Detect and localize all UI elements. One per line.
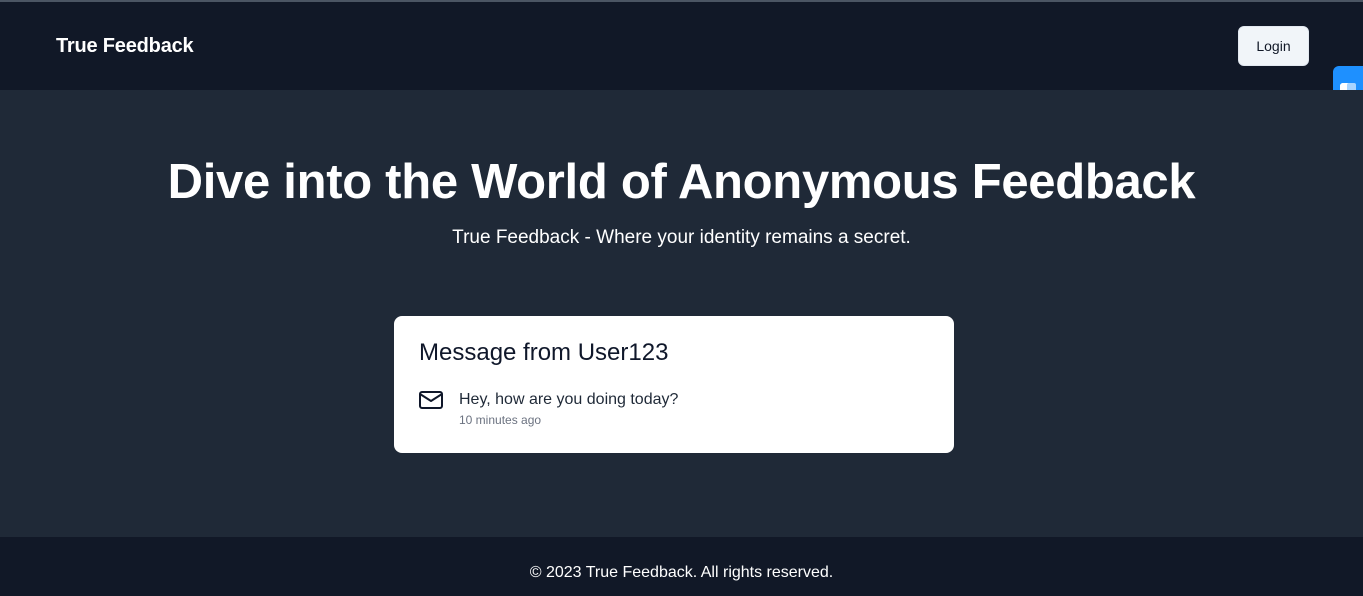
footer-copyright: © 2023 True Feedback. All rights reserve… [529, 564, 834, 581]
brand-logo-text[interactable]: True Feedback [56, 35, 194, 58]
footer: © 2023 True Feedback. All rights reserve… [0, 537, 1363, 596]
message-card: Message from User123 Hey, how are you do… [394, 316, 954, 453]
mail-icon [419, 391, 443, 409]
message-card-title: Message from User123 [419, 339, 669, 366]
login-button[interactable]: Login [1238, 26, 1309, 66]
page-subheadline: True Feedback - Where your identity rema… [452, 227, 911, 248]
navbar: True Feedback Login [0, 2, 1363, 90]
message-timestamp: 10 minutes ago [459, 413, 542, 427]
hero-section: Dive into the World of Anonymous Feedbac… [0, 90, 1363, 537]
message-content: Hey, how are you doing today? [459, 391, 679, 408]
page-headline: Dive into the World of Anonymous Feedbac… [167, 155, 1196, 209]
